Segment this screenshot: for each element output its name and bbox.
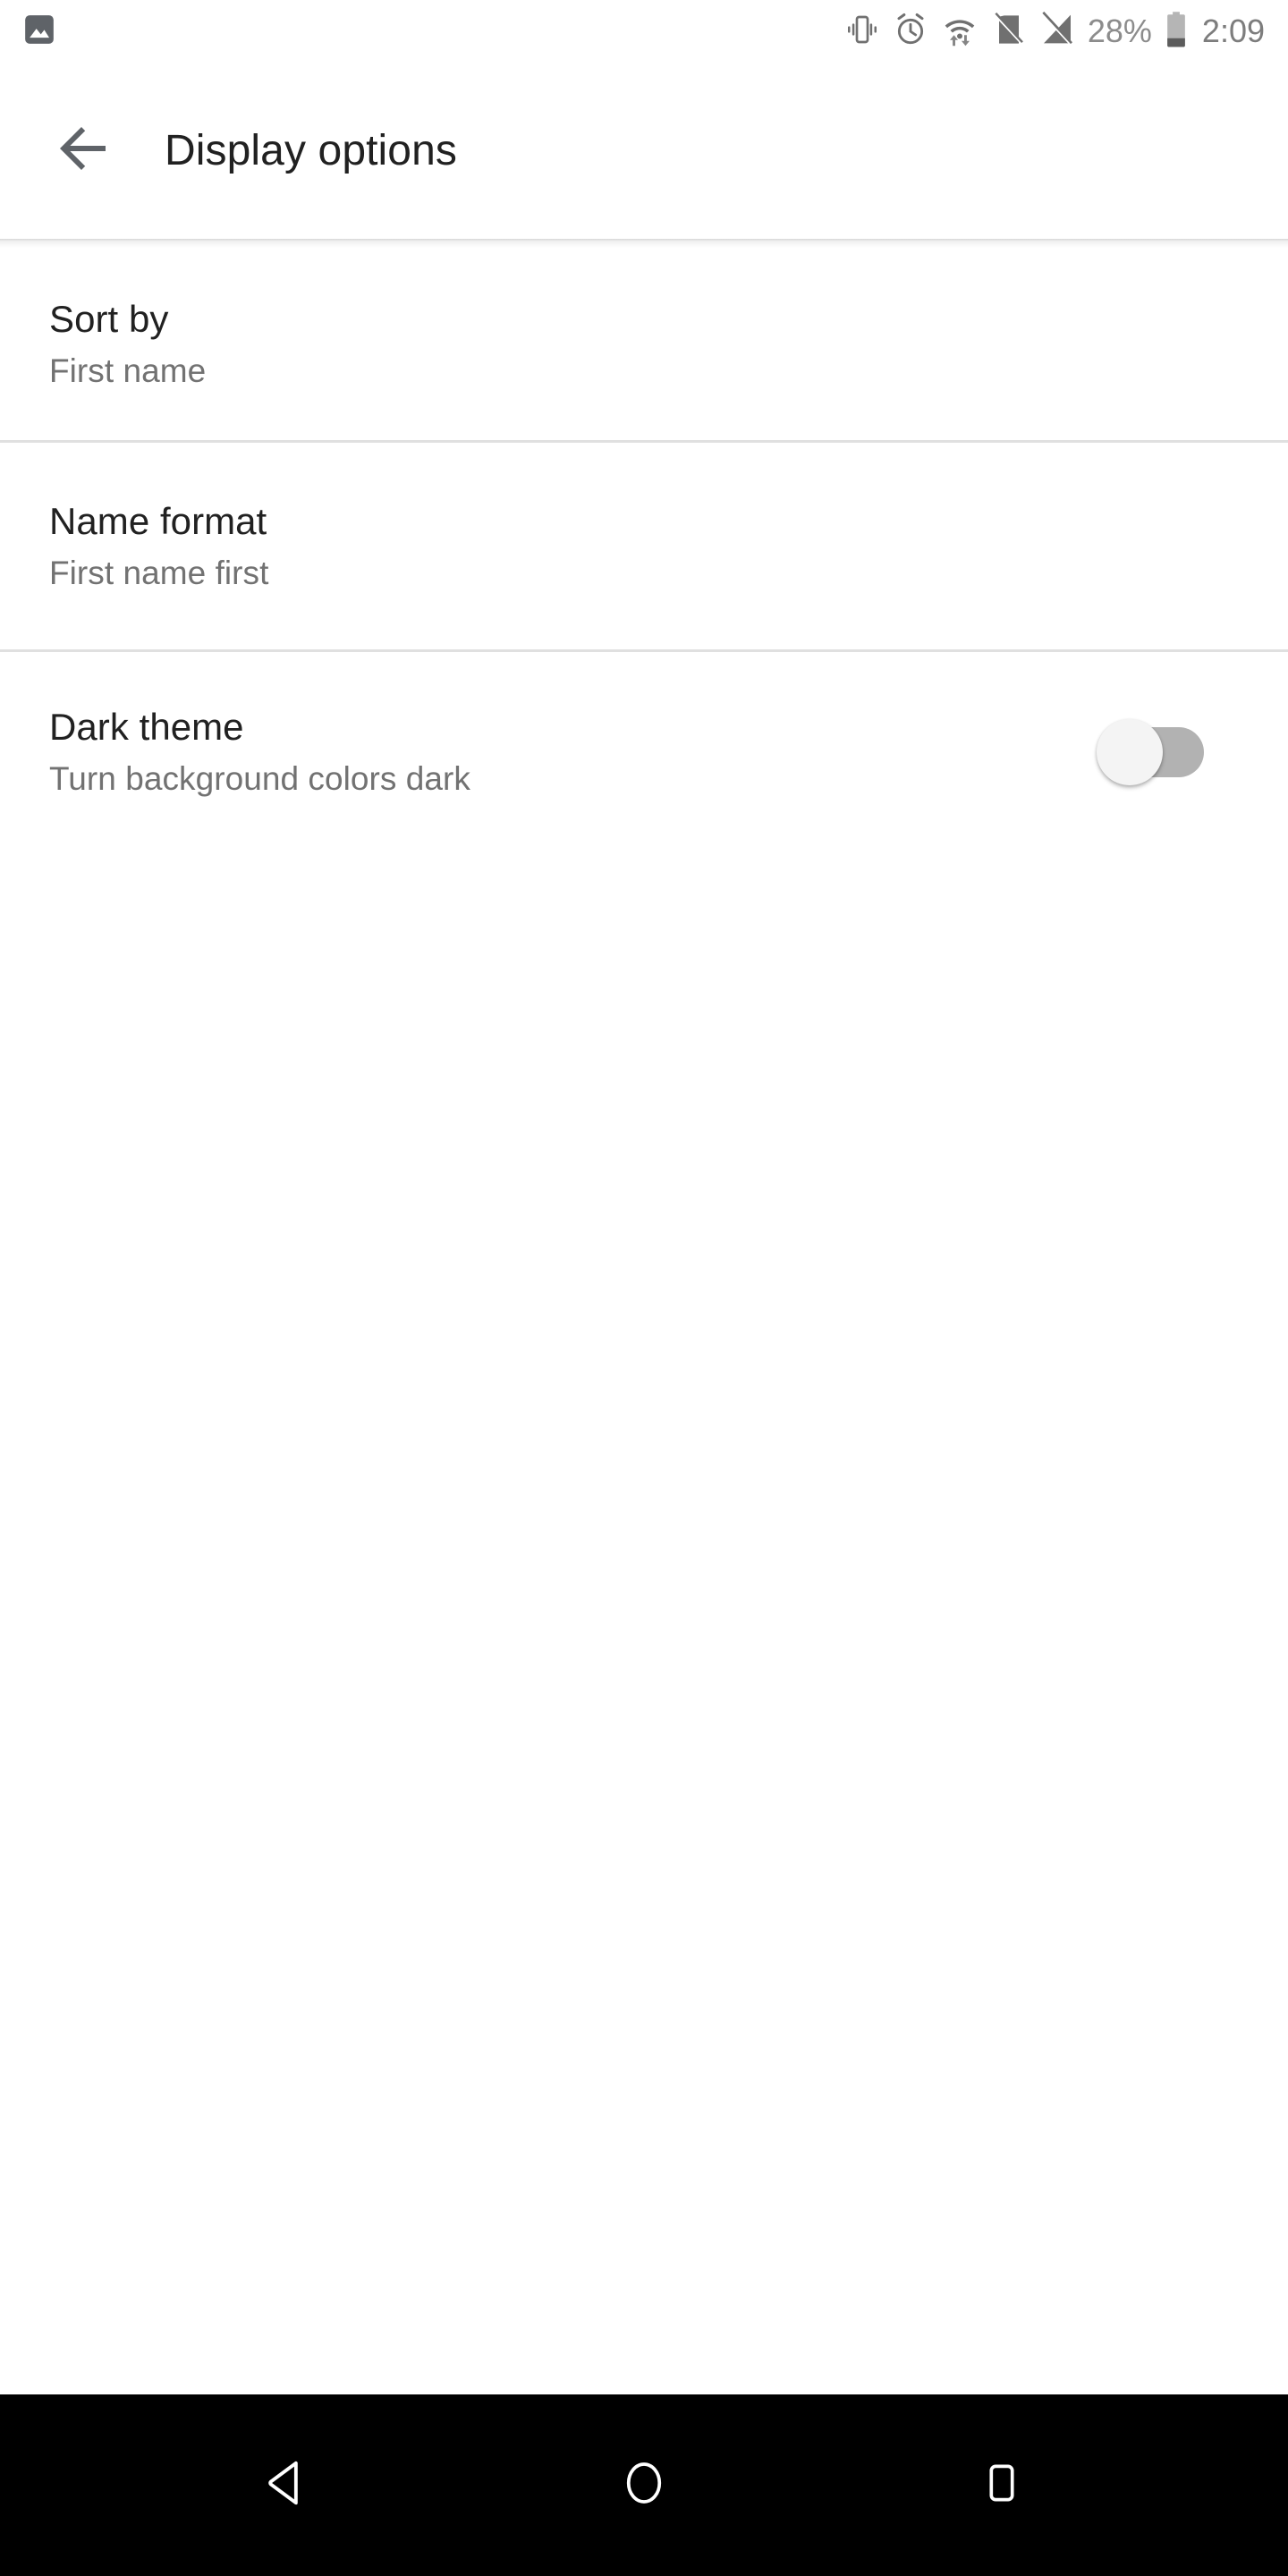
phone-screen: 28% 2:09 Display options Sort by First n… [0, 0, 1288, 2576]
nav-back-button[interactable] [206, 2405, 367, 2566]
switch-thumb [1097, 718, 1163, 785]
switch-control[interactable] [1097, 718, 1204, 785]
navigation-bar [0, 2394, 1288, 2576]
preference-dark-theme[interactable]: Dark theme Turn background colors dark [0, 652, 1288, 852]
preference-title: Dark theme [49, 705, 244, 748]
nav-home-icon [619, 2458, 669, 2512]
back-arrow-icon [52, 116, 116, 185]
nav-recents-button[interactable] [921, 2405, 1082, 2566]
battery-icon [1165, 11, 1188, 53]
status-bar: 28% 2:09 [0, 0, 1288, 63]
back-button[interactable] [41, 108, 127, 194]
battery-percent-label: 28% [1087, 13, 1152, 49]
no-sim-icon [991, 12, 1027, 52]
status-bar-clock: 2:09 [1201, 13, 1265, 49]
preference-title: Sort by [49, 297, 169, 340]
wifi-data-transfer-icon [941, 12, 979, 52]
app-bar: Display options [0, 63, 1288, 239]
no-signal-icon [1039, 11, 1075, 52]
preference-summary: Turn background colors dark [49, 759, 470, 797]
status-bar-notifications [21, 12, 57, 52]
alarm-icon [893, 12, 928, 52]
preference-text-block: Name format First name first [49, 500, 268, 593]
nav-back-icon [258, 2455, 314, 2515]
image-notification-icon [21, 12, 57, 52]
preference-sort-by[interactable]: Sort by First name [0, 248, 1288, 440]
status-bar-system-icons: 28% 2:09 [844, 11, 1265, 53]
preferences-list: Sort by First name Name format First nam… [0, 248, 1288, 852]
preference-summary: First name [49, 352, 207, 389]
app-bar-shadow [0, 239, 1288, 248]
preference-summary: First name first [49, 554, 269, 591]
dark-theme-switch[interactable] [1025, 703, 1204, 801]
nav-home-button[interactable] [564, 2405, 724, 2566]
preference-text-block: Dark theme Turn background colors dark [49, 706, 470, 799]
vibrate-icon [844, 12, 880, 52]
nav-recents-icon [979, 2460, 1025, 2511]
page-title: Display options [165, 127, 457, 174]
preference-text-block: Sort by First name [49, 298, 206, 391]
preference-title: Name format [49, 499, 267, 542]
preference-name-format[interactable]: Name format First name first [0, 443, 1288, 649]
